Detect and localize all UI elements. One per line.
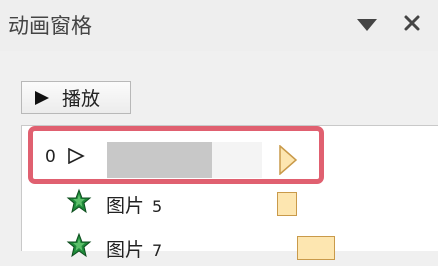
green-star-icon [66,232,92,264]
timeline-bar[interactable] [297,236,335,260]
timeline-bar[interactable] [277,192,297,216]
item-name: 图片 [106,195,145,217]
play-button-label: 播放 [62,88,101,110]
panel-close-button[interactable] [400,13,424,37]
panel-options-button[interactable] [352,15,382,37]
panel-title: 动画窗格 [8,14,92,38]
triangle-down-icon [356,17,378,36]
item-number: 5 [152,197,163,216]
list-item[interactable]: 图片 5 [22,186,438,222]
play-icon [34,90,50,106]
panel-header: 动画窗格 [0,0,438,51]
close-icon [403,14,421,36]
highlight-box [28,126,324,184]
item-name: 图片 [106,239,145,261]
list-item[interactable]: 图片 7 [22,230,438,266]
green-star-icon [66,188,92,220]
play-button[interactable]: 播放 [21,81,131,114]
